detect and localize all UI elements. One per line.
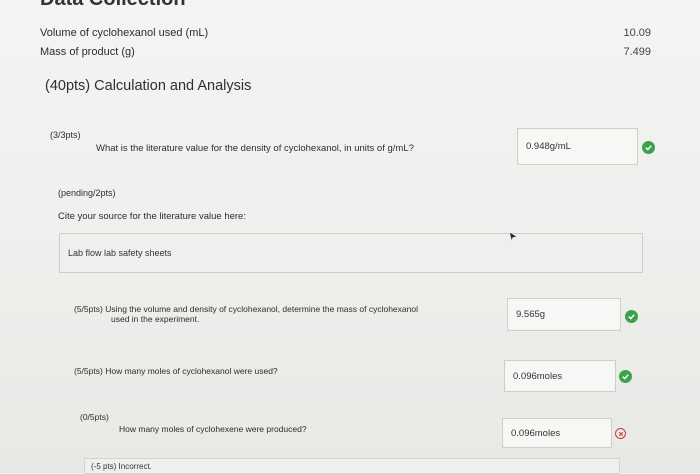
q5-answer-field[interactable]: 0.096moles bbox=[502, 418, 612, 448]
q5-feedback-text: (-5 pts) Incorrect. bbox=[91, 461, 152, 471]
row-value-volume: 10.09 bbox=[623, 27, 651, 39]
q4-points: (5/5pts) bbox=[74, 366, 103, 376]
row-label-mass: Mass of product (g) bbox=[40, 46, 135, 58]
q3-text-line1: Using the volume and density of cyclohex… bbox=[105, 304, 418, 314]
q3-text-line2: used in the experiment. bbox=[111, 314, 200, 324]
row-label-volume: Volume of cyclohexanol used (mL) bbox=[40, 27, 209, 39]
cursor-icon bbox=[509, 232, 517, 241]
q3-points: (5/5pts) bbox=[74, 304, 103, 314]
q4-answer-value: 0.096moles bbox=[513, 370, 563, 382]
q3-answer-field[interactable]: 9.565g bbox=[507, 298, 621, 331]
q5-feedback: (-5 pts) Incorrect. bbox=[84, 458, 620, 474]
x-circle-icon bbox=[615, 428, 626, 439]
check-circle-icon bbox=[619, 370, 632, 383]
q1-points: (3/3pts) bbox=[50, 130, 81, 140]
q5-points: (0/5pts) bbox=[80, 412, 109, 422]
section-header-cut: Data Collection bbox=[40, 0, 186, 11]
q3-answer-value: 9.565g bbox=[516, 309, 546, 320]
q5-answer-value: 0.096moles bbox=[511, 427, 561, 439]
q2-answer-value: Lab flow lab safety sheets bbox=[68, 248, 172, 258]
section-title: (40pts) Calculation and Analysis bbox=[45, 78, 252, 94]
q3-question: (5/5pts) Using the volume and density of… bbox=[74, 304, 418, 314]
q2-points: (pending/2pts) bbox=[58, 188, 116, 198]
check-circle-icon bbox=[625, 310, 638, 323]
q1-text: What is the literature value for the den… bbox=[96, 143, 414, 154]
q4-answer-field[interactable]: 0.096moles bbox=[504, 360, 616, 392]
q4-text: How many moles of cyclohexanol were used… bbox=[105, 366, 278, 376]
q1-answer-field[interactable]: 0.948g/mL bbox=[517, 128, 638, 165]
q2-answer-textarea[interactable]: Lab flow lab safety sheets bbox=[59, 233, 643, 273]
q1-answer-value: 0.948g/mL bbox=[526, 141, 571, 152]
q2-text: Cite your source for the literature valu… bbox=[58, 211, 246, 222]
row-value-mass: 7.499 bbox=[623, 46, 651, 58]
q5-text: How many moles of cyclohexene were produ… bbox=[119, 424, 307, 434]
q4-question: (5/5pts) How many moles of cyclohexanol … bbox=[74, 366, 278, 376]
check-circle-icon bbox=[642, 141, 655, 154]
